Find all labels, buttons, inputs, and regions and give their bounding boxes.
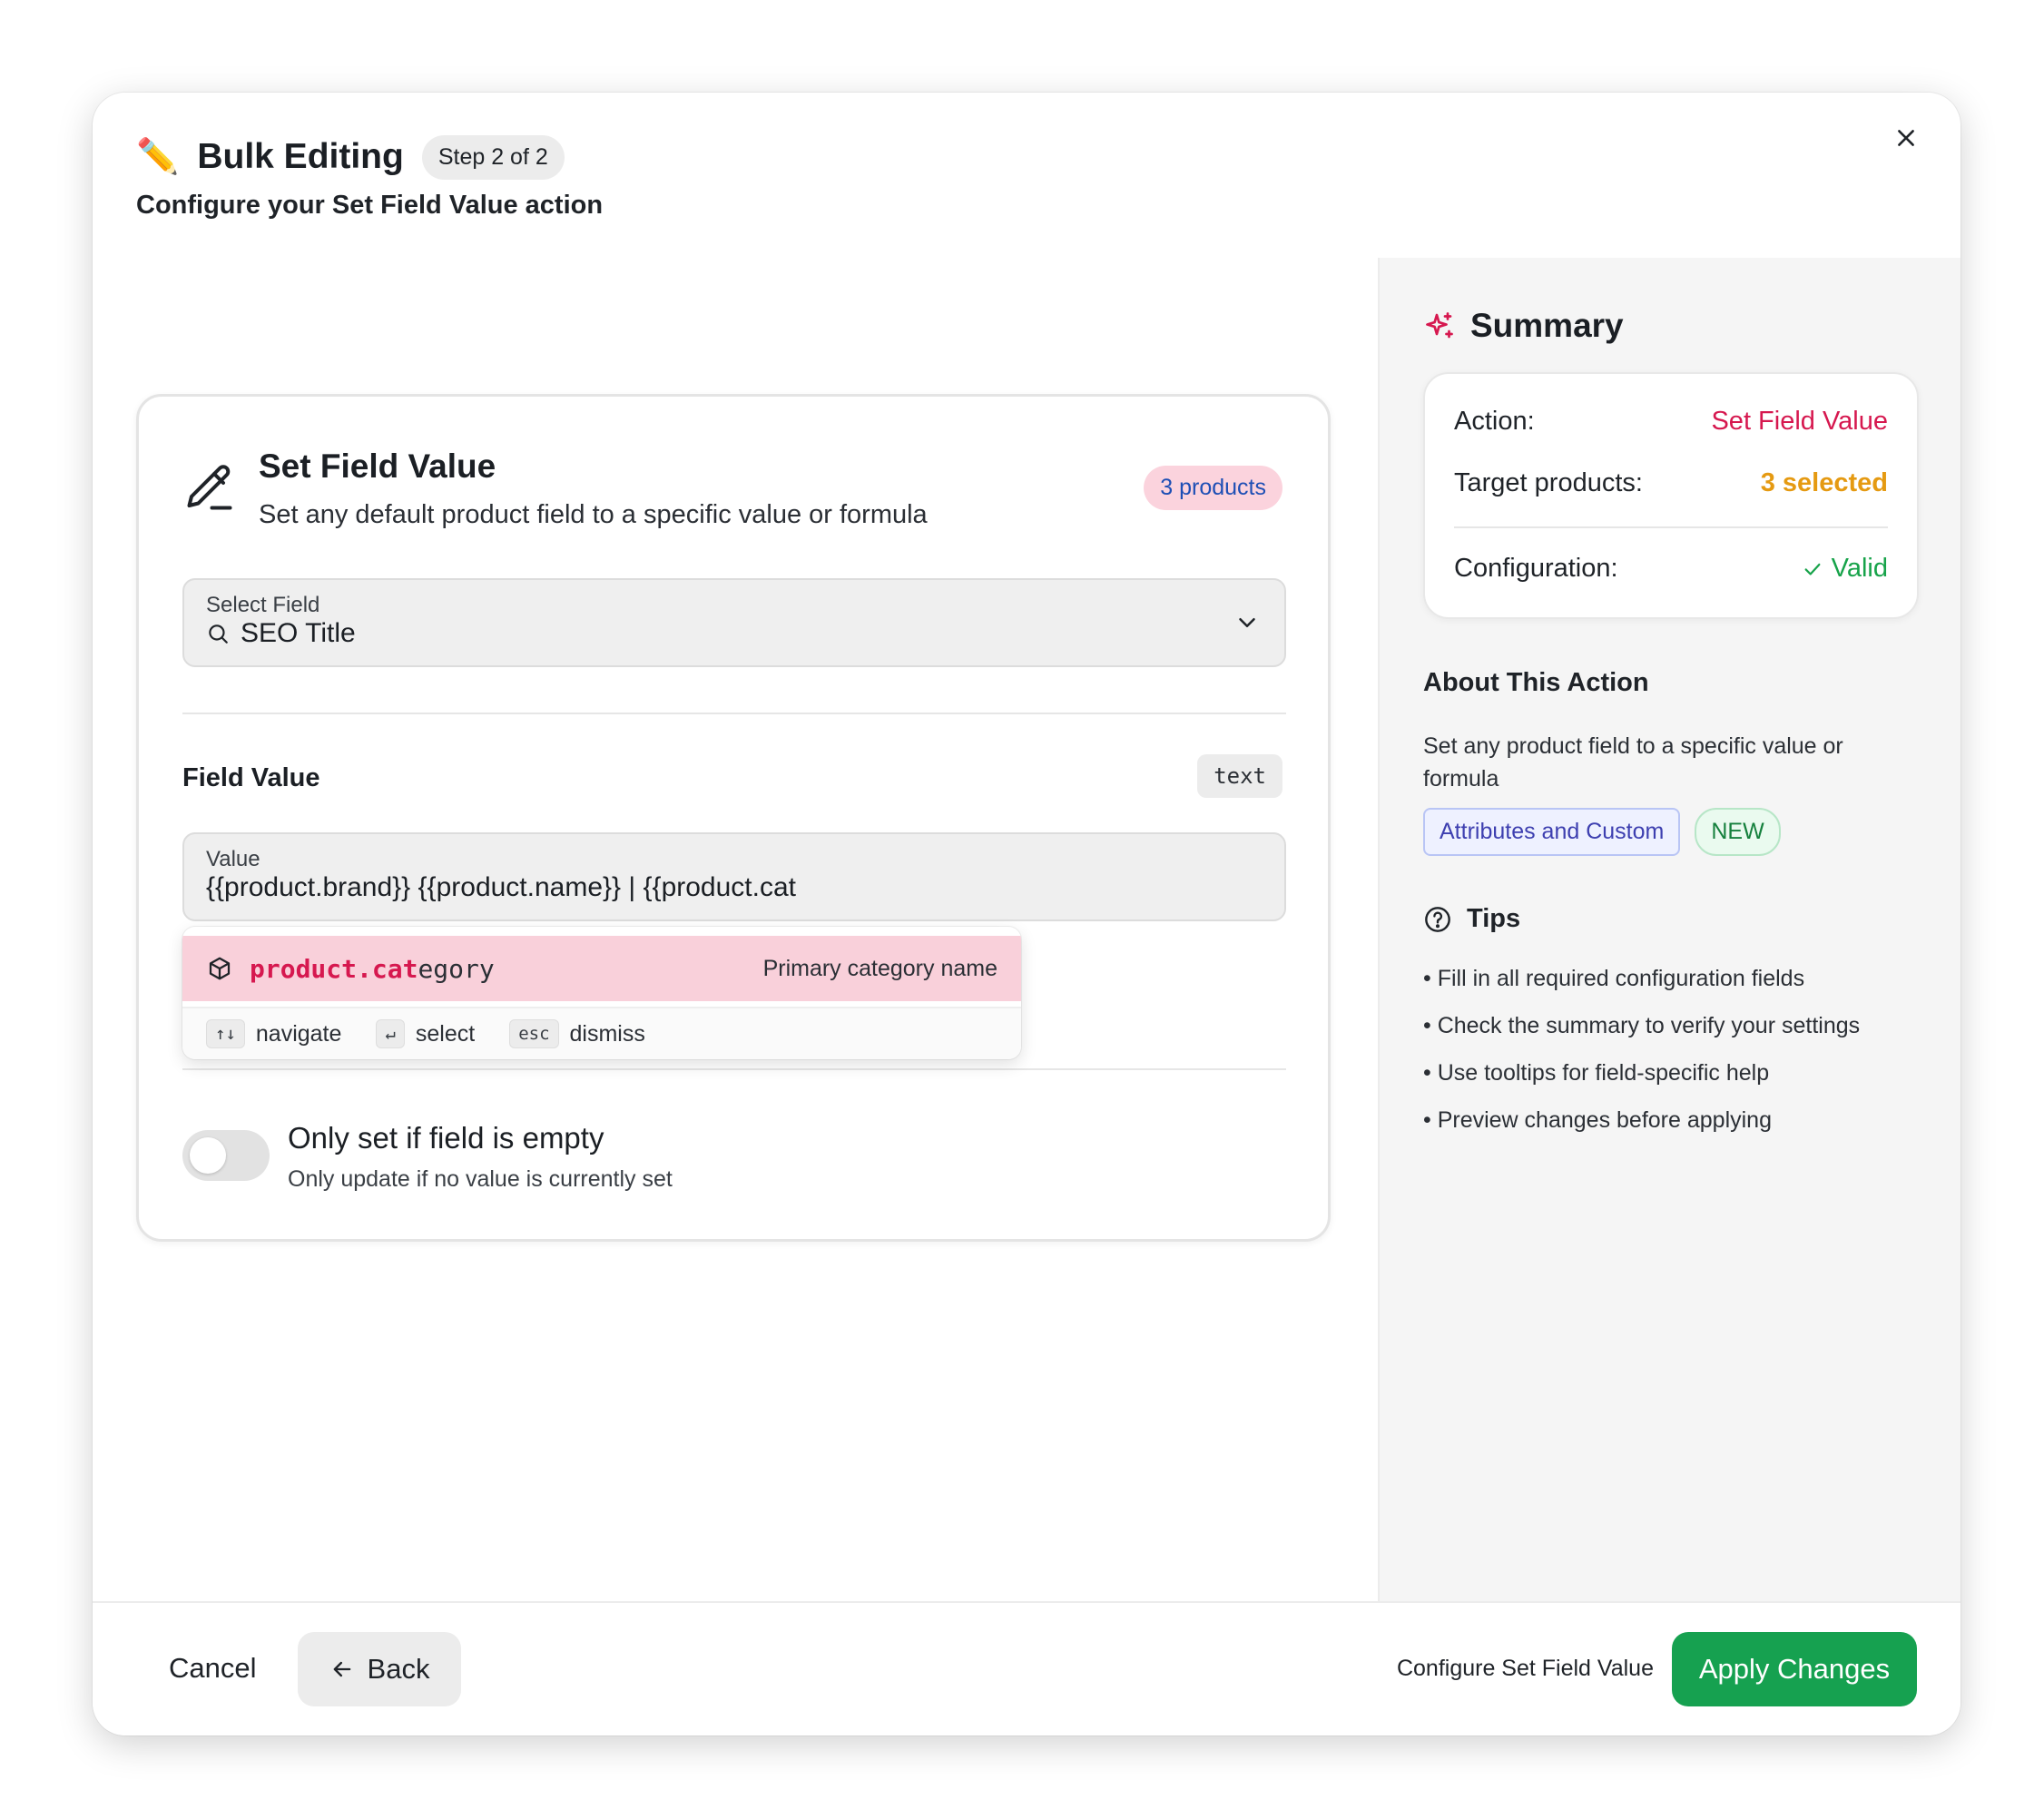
chevron-down-icon bbox=[1239, 618, 1255, 627]
summary-row-target: Target products: 3 selected bbox=[1454, 468, 1888, 498]
select-field-value-row: SEO Title bbox=[206, 618, 356, 649]
field-value-label: Field Value bbox=[182, 763, 320, 792]
modal-footer: Cancel Back Configure Set Field Value Ap… bbox=[93, 1601, 1960, 1735]
pencil-icon: ✏️ bbox=[136, 138, 180, 176]
modal-title: Bulk Editing bbox=[197, 137, 404, 176]
summary-target-label: Target products: bbox=[1454, 468, 1643, 497]
toggle-description: Only update if no value is currently set bbox=[288, 1166, 673, 1192]
select-key-hint: ↵ bbox=[376, 1019, 405, 1048]
summary-configuration-label: Configuration: bbox=[1454, 554, 1618, 583]
subtitle-prefix: Configure your bbox=[136, 191, 325, 220]
card-description: Set any default product field to a speci… bbox=[259, 500, 928, 529]
subtitle-suffix: action bbox=[525, 191, 604, 220]
summary-panel: Summary Action: Set Field Value Target p… bbox=[1378, 258, 1960, 1601]
tag-new: NEW bbox=[1695, 808, 1781, 856]
tip-item: • Fill in all required configuration fie… bbox=[1423, 966, 1805, 991]
only-if-empty-toggle[interactable] bbox=[182, 1130, 270, 1181]
check-icon bbox=[1804, 563, 1821, 575]
summary-row-configuration: Configuration: Valid bbox=[1454, 554, 1888, 584]
arrow-left-icon bbox=[333, 1661, 350, 1677]
apply-changes-button[interactable]: Apply Changes bbox=[1672, 1632, 1917, 1706]
autocomplete-item-description: Primary category name bbox=[762, 955, 997, 981]
modal-subtitle: Configure your Set Field Value action bbox=[136, 191, 603, 221]
type-badge: text bbox=[1197, 754, 1282, 798]
navigate-key-hint: ↑↓ bbox=[206, 1019, 245, 1048]
summary-row-action: Action: Set Field Value bbox=[1454, 407, 1888, 437]
products-count-badge: 3 products bbox=[1144, 466, 1282, 510]
back-button[interactable]: Back bbox=[298, 1632, 461, 1706]
step-badge: Step 2 of 2 bbox=[421, 134, 565, 180]
dismiss-hint-label: dismiss bbox=[569, 1020, 645, 1047]
toggle-knob bbox=[190, 1137, 226, 1174]
autocomplete-dropdown: product.category Primary category name ↑… bbox=[182, 927, 1021, 1059]
pen-icon bbox=[187, 465, 232, 510]
tips-list: • Fill in all required configuration fie… bbox=[1423, 966, 1860, 1155]
select-field-dropdown[interactable]: Select Field SEO Title bbox=[182, 578, 1286, 667]
tag-attributes-custom: Attributes and Custom bbox=[1423, 808, 1681, 856]
autocomplete-hints: ↑↓ navigate ↵ select esc dismiss bbox=[182, 1007, 1021, 1059]
cancel-button[interactable]: Cancel bbox=[145, 1645, 280, 1692]
title-row: ✏️ Bulk Editing Step 2 of 2 bbox=[136, 125, 565, 189]
tips-title: Tips bbox=[1467, 904, 1521, 933]
bulk-edit-modal: ✏️ Bulk Editing Step 2 of 2 Configure yo… bbox=[93, 93, 1960, 1735]
toggle-label: Only set if field is empty bbox=[288, 1121, 604, 1155]
summary-title: Summary bbox=[1470, 307, 1624, 344]
summary-card: Action: Set Field Value Target products:… bbox=[1423, 372, 1919, 619]
section-divider bbox=[182, 713, 1286, 714]
about-description: Set any product field to a specific valu… bbox=[1423, 733, 1843, 792]
summary-header: Summary bbox=[1423, 307, 1624, 345]
about-tags: Attributes and Custom NEW bbox=[1423, 808, 1781, 856]
navigate-hint-label: navigate bbox=[255, 1020, 342, 1047]
select-field-value: SEO Title bbox=[241, 618, 356, 648]
card-title: Set Field Value bbox=[259, 447, 496, 485]
modal-header: ✏️ Bulk Editing Step 2 of 2 Configure yo… bbox=[93, 93, 1960, 258]
section-divider bbox=[182, 1068, 1286, 1070]
close-icon bbox=[1898, 130, 1914, 146]
configuration-area: Set Field Value Set any default product … bbox=[93, 258, 1378, 1601]
help-circle-icon bbox=[1425, 906, 1450, 932]
summary-action-label: Action: bbox=[1454, 407, 1535, 436]
tips-header: Tips bbox=[1423, 904, 1520, 934]
cube-icon bbox=[209, 957, 231, 980]
autocomplete-match-text: product.cat bbox=[250, 953, 418, 984]
back-button-label: Back bbox=[367, 1653, 430, 1685]
search-icon bbox=[209, 624, 228, 644]
footer-hint: Configure Set Field Value bbox=[1396, 1656, 1654, 1681]
autocomplete-item-name: product.category bbox=[250, 954, 495, 984]
autocomplete-item-product-category[interactable]: product.category Primary category name bbox=[182, 936, 1021, 1001]
summary-divider bbox=[1454, 526, 1888, 528]
summary-target-value: 3 selected bbox=[1760, 468, 1888, 497]
summary-configuration-status: Valid bbox=[1803, 554, 1888, 584]
autocomplete-rest-text: egory bbox=[418, 953, 495, 984]
select-hint-label: select bbox=[415, 1020, 476, 1047]
close-button[interactable] bbox=[1879, 111, 1933, 165]
tip-item: • Preview changes before applying bbox=[1423, 1107, 1772, 1133]
tip-item: • Use tooltips for field-specific help bbox=[1423, 1060, 1770, 1086]
about-title: About This Action bbox=[1423, 668, 1649, 697]
sparkles-icon bbox=[1426, 312, 1453, 339]
summary-configuration-value: Valid bbox=[1831, 554, 1888, 583]
value-input[interactable]: Value {{product.brand}} {{product.name}}… bbox=[182, 832, 1286, 921]
summary-action-value: Set Field Value bbox=[1711, 407, 1888, 436]
value-input-label: Value bbox=[206, 847, 260, 871]
dismiss-key-hint: esc bbox=[509, 1019, 559, 1048]
select-field-label: Select Field bbox=[206, 593, 320, 617]
set-field-value-card: Set Field Value Set any default product … bbox=[136, 394, 1331, 1242]
tip-item: • Check the summary to verify your setti… bbox=[1423, 1013, 1861, 1038]
subtitle-action: Set Field Value bbox=[331, 191, 518, 220]
value-input-text[interactable]: {{product.brand}} {{product.name}} | {{p… bbox=[206, 872, 796, 903]
